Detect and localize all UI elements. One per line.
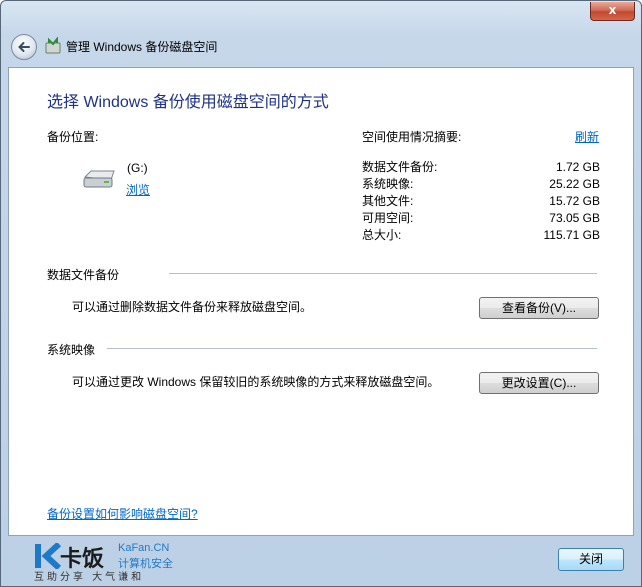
- section-divider: [169, 273, 597, 274]
- help-link[interactable]: 备份设置如何影响磁盘空间?: [47, 505, 198, 522]
- summary-label: 空间使用情况摘要:: [362, 130, 462, 144]
- data-backup-section-title: 数据文件备份: [47, 268, 120, 282]
- close-button[interactable]: 关闭: [558, 548, 624, 571]
- refresh-link[interactable]: 刷新: [575, 128, 599, 145]
- browse-link[interactable]: 浏览: [126, 181, 150, 198]
- window-close-button[interactable]: x: [590, 2, 635, 21]
- drive-name: (G:): [127, 161, 148, 175]
- logo-domain: KaFan.CN: [118, 542, 170, 554]
- stat-name: 可用空间:: [362, 211, 414, 225]
- stat-row-other-files: 其他文件: 15.72 GB: [362, 193, 600, 210]
- change-settings-button[interactable]: 更改设置(C)...: [479, 372, 599, 394]
- window-title: 管理 Windows 备份磁盘空间: [66, 40, 218, 54]
- stat-name: 数据文件备份:: [362, 160, 438, 174]
- stat-value: 1.72 GB: [555, 160, 600, 174]
- stat-name: 其他文件:: [362, 194, 414, 208]
- data-backup-description: 可以通过删除数据文件备份来释放磁盘空间。: [72, 300, 313, 314]
- backup-app-icon: [45, 37, 61, 54]
- window: x 管理 Windows 备份磁盘空间 选择 Windows 备份使用磁盘空间的…: [0, 0, 642, 587]
- stat-name: 总大小:: [362, 228, 402, 242]
- back-arrow-icon: [18, 42, 30, 52]
- stat-row-free-space: 可用空间: 73.05 GB: [362, 210, 600, 227]
- section-divider: [107, 348, 597, 349]
- logo-subtitle: 计算机安全: [118, 557, 173, 570]
- stat-row-total-size: 总大小: 115.71 GB: [362, 227, 600, 244]
- space-summary-table: 数据文件备份: 1.72 GB 系统映像: 25.22 GB 其他文件: 15.…: [362, 159, 600, 244]
- page-heading: 选择 Windows 备份使用磁盘空间的方式: [47, 94, 329, 111]
- view-backups-button[interactable]: 查看备份(V)...: [479, 297, 599, 319]
- system-image-description: 可以通过更改 Windows 保留较旧的系统映像的方式来释放磁盘空间。: [72, 375, 440, 389]
- stat-name: 系统映像:: [362, 177, 414, 191]
- stat-value: 15.72 GB: [549, 194, 600, 208]
- stat-row-data-backup: 数据文件备份: 1.72 GB: [362, 159, 600, 176]
- drive-icon: [83, 170, 115, 188]
- stat-value: 115.71 GB: [543, 228, 600, 242]
- stat-row-system-image: 系统映像: 25.22 GB: [362, 176, 600, 193]
- stat-value: 73.05 GB: [549, 211, 600, 225]
- content-panel: 选择 Windows 备份使用磁盘空间的方式 备份位置: (G:) 浏览 空间使…: [8, 67, 634, 536]
- system-image-section-title: 系统映像: [47, 343, 96, 357]
- backup-location-label: 备份位置:: [47, 130, 99, 144]
- back-button[interactable]: [11, 34, 37, 60]
- stat-value: 25.22 GB: [549, 177, 600, 191]
- kafan-logo: 卡饭 互助分享 大气谦和 KaFan.CN 计算机安全: [34, 542, 184, 583]
